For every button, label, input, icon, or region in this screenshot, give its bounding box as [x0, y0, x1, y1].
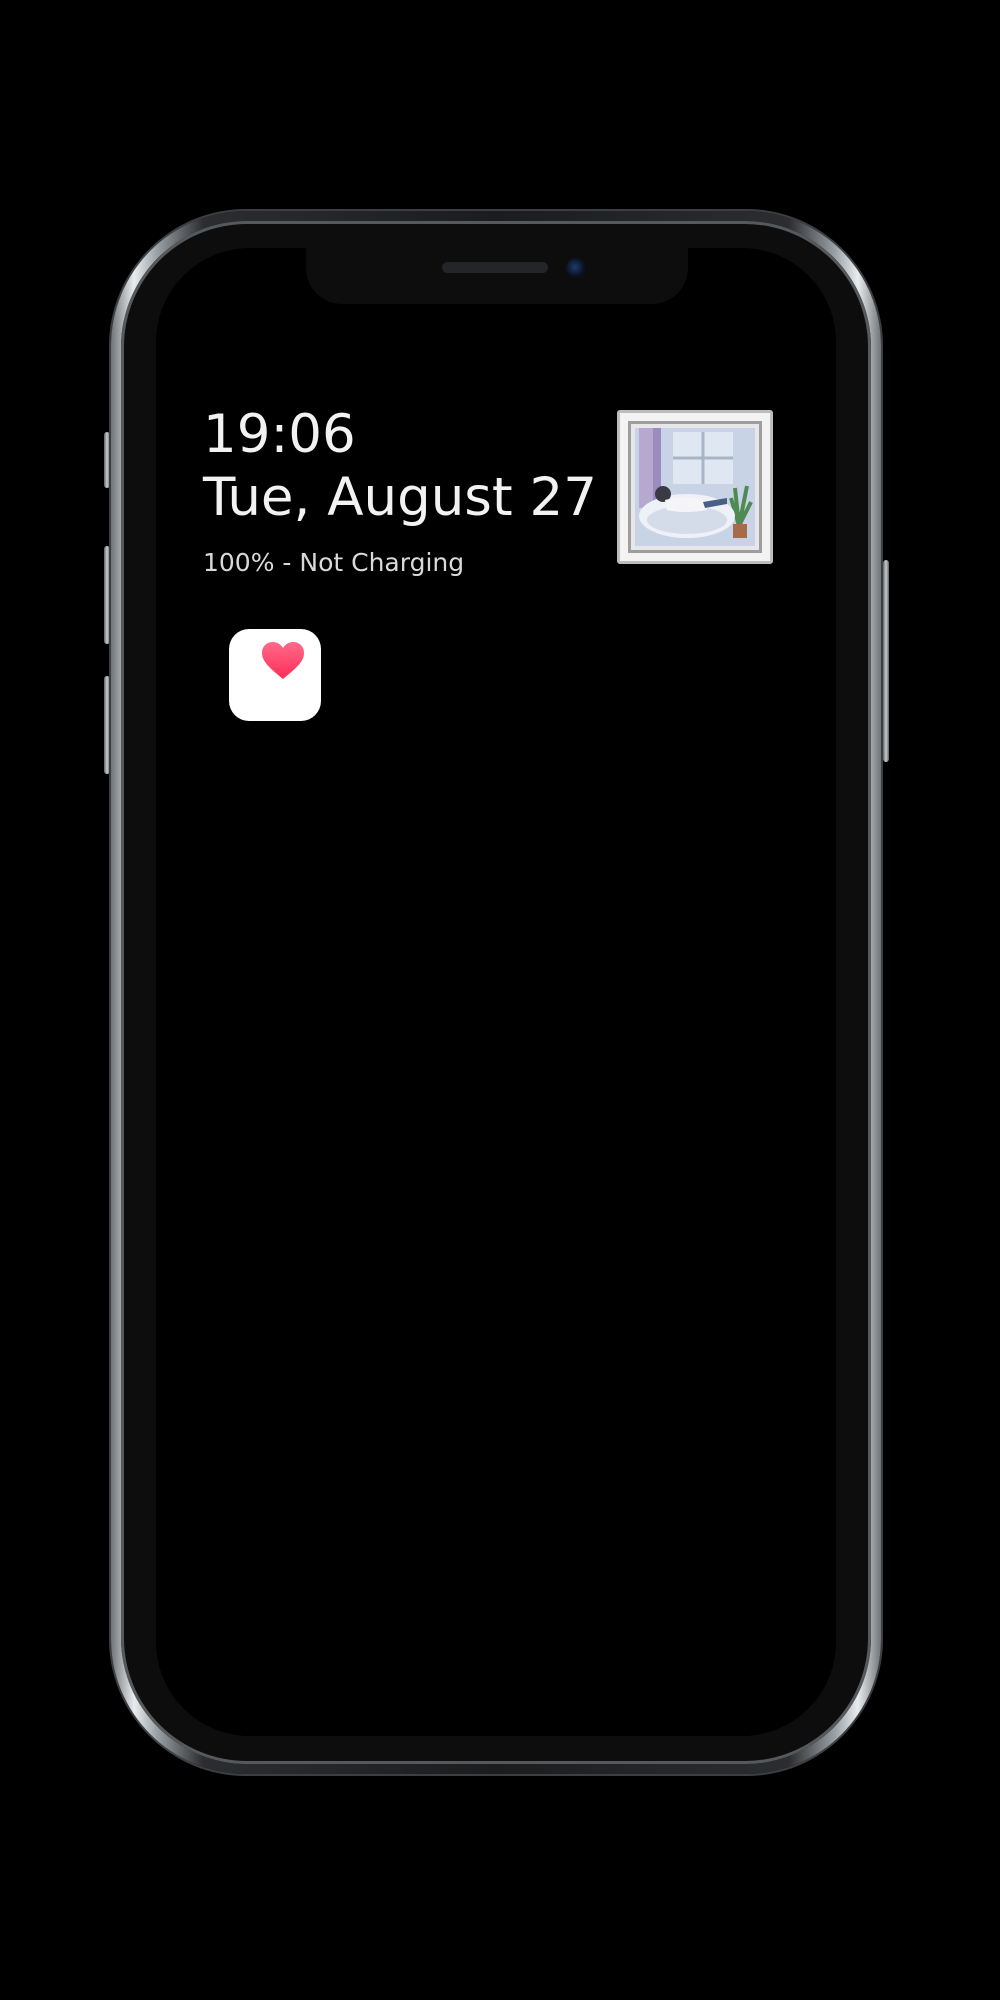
volume-down-button — [104, 676, 110, 774]
volume-up-button — [104, 546, 110, 644]
lock-screen-date: Tue, August 27 — [203, 467, 597, 528]
photo-image — [635, 428, 755, 546]
notch — [306, 248, 688, 304]
health-app-icon[interactable] — [229, 629, 321, 721]
lock-screen-time: 19:06 — [203, 404, 356, 465]
photo-inner-frame — [628, 421, 762, 553]
earpiece-speaker — [442, 262, 548, 273]
power-button — [883, 560, 889, 762]
silent-switch — [104, 432, 110, 488]
photo-frame-widget[interactable] — [617, 410, 773, 564]
front-camera — [566, 258, 586, 278]
heart-icon — [262, 642, 304, 679]
device-stage: 19:06 Tue, August 27 100% - Not Charging — [0, 0, 1000, 2000]
battery-status: 100% - Not Charging — [203, 548, 465, 577]
